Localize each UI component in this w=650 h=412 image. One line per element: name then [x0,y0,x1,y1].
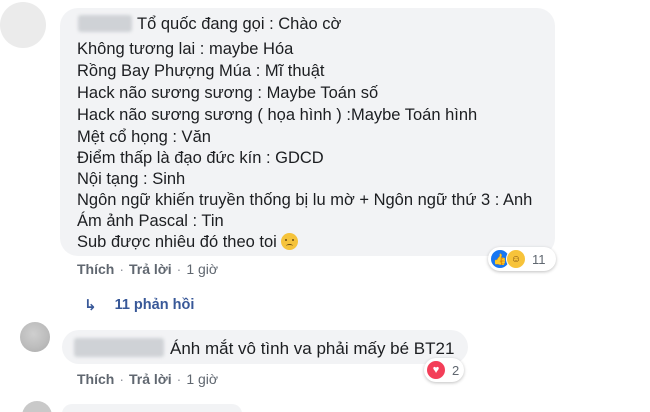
author-name-blurred[interactable] [78,15,132,32]
comment-line: Rồng Bay Phượng Múa : Mĩ thuật [77,62,325,80]
author-name-blurred[interactable] [74,338,164,357]
avatar[interactable] [0,2,46,48]
reply-button[interactable]: Trả lời [129,261,172,277]
separator-dot: · [119,371,125,387]
comment-bubble [62,404,242,412]
separator-dot: · [176,261,182,277]
separator-dot: · [176,371,182,387]
comment-line: Hack não sương sương : Maybe Toán số [77,84,379,102]
reaction-summary[interactable]: 👍 ☺ 11 [488,247,556,271]
reaction-summary[interactable]: ♥ 2 [424,358,464,382]
haha-icon: ☺ [506,249,526,269]
comment-line: Nội tạng : Sinh [77,170,186,188]
comment-text: Ánh mắt vô tình va phải mấy bé BT21 [170,339,455,358]
reply-arrow-icon: ↳ [84,297,97,314]
reply-button[interactable]: Trả lời [129,371,172,387]
like-button[interactable]: Thích [77,261,114,277]
avatar[interactable] [22,401,52,412]
comment-line: Ngôn ngữ khiến truyền thống bị lu mờ + N… [77,191,533,209]
timestamp[interactable]: 1 giờ [186,371,218,387]
comment-line: Mệt cổ họng : Văn [77,128,211,146]
comment-line: Điểm thấp là đạo đức kín : GDCD [77,149,324,167]
view-replies-label: 11 phản hồi [114,297,195,313]
reaction-count: 2 [452,362,460,378]
like-button[interactable]: Thích [77,371,114,387]
comment-line: Không tương lai : maybe Hóa [77,40,294,58]
frowning-emoji-icon [280,233,298,250]
comment-line: Tổ quốc đang gọi : Chào cờ [137,15,342,33]
comment-actions: Thích · Trả lời · 1 giờ [77,261,218,277]
view-replies-link[interactable]: ↳ 11 phản hồi [84,296,194,314]
avatar[interactable] [20,322,50,352]
reaction-count: 11 [532,251,546,267]
timestamp[interactable]: 1 giờ [186,261,218,277]
comment-line: Ám ảnh Pascal : Tin [77,212,224,230]
comment-line-text: Sub được nhiêu đó theo toi [77,233,277,251]
comment-line: Hack não sương sương ( họa hình ) :Maybe… [77,106,478,124]
love-icon: ♥ [426,360,446,380]
separator-dot: · [119,261,125,277]
comment-line-last: Sub được nhiêu đó theo toi [77,232,298,252]
comment-actions: Thích · Trả lời · 1 giờ [77,371,218,387]
